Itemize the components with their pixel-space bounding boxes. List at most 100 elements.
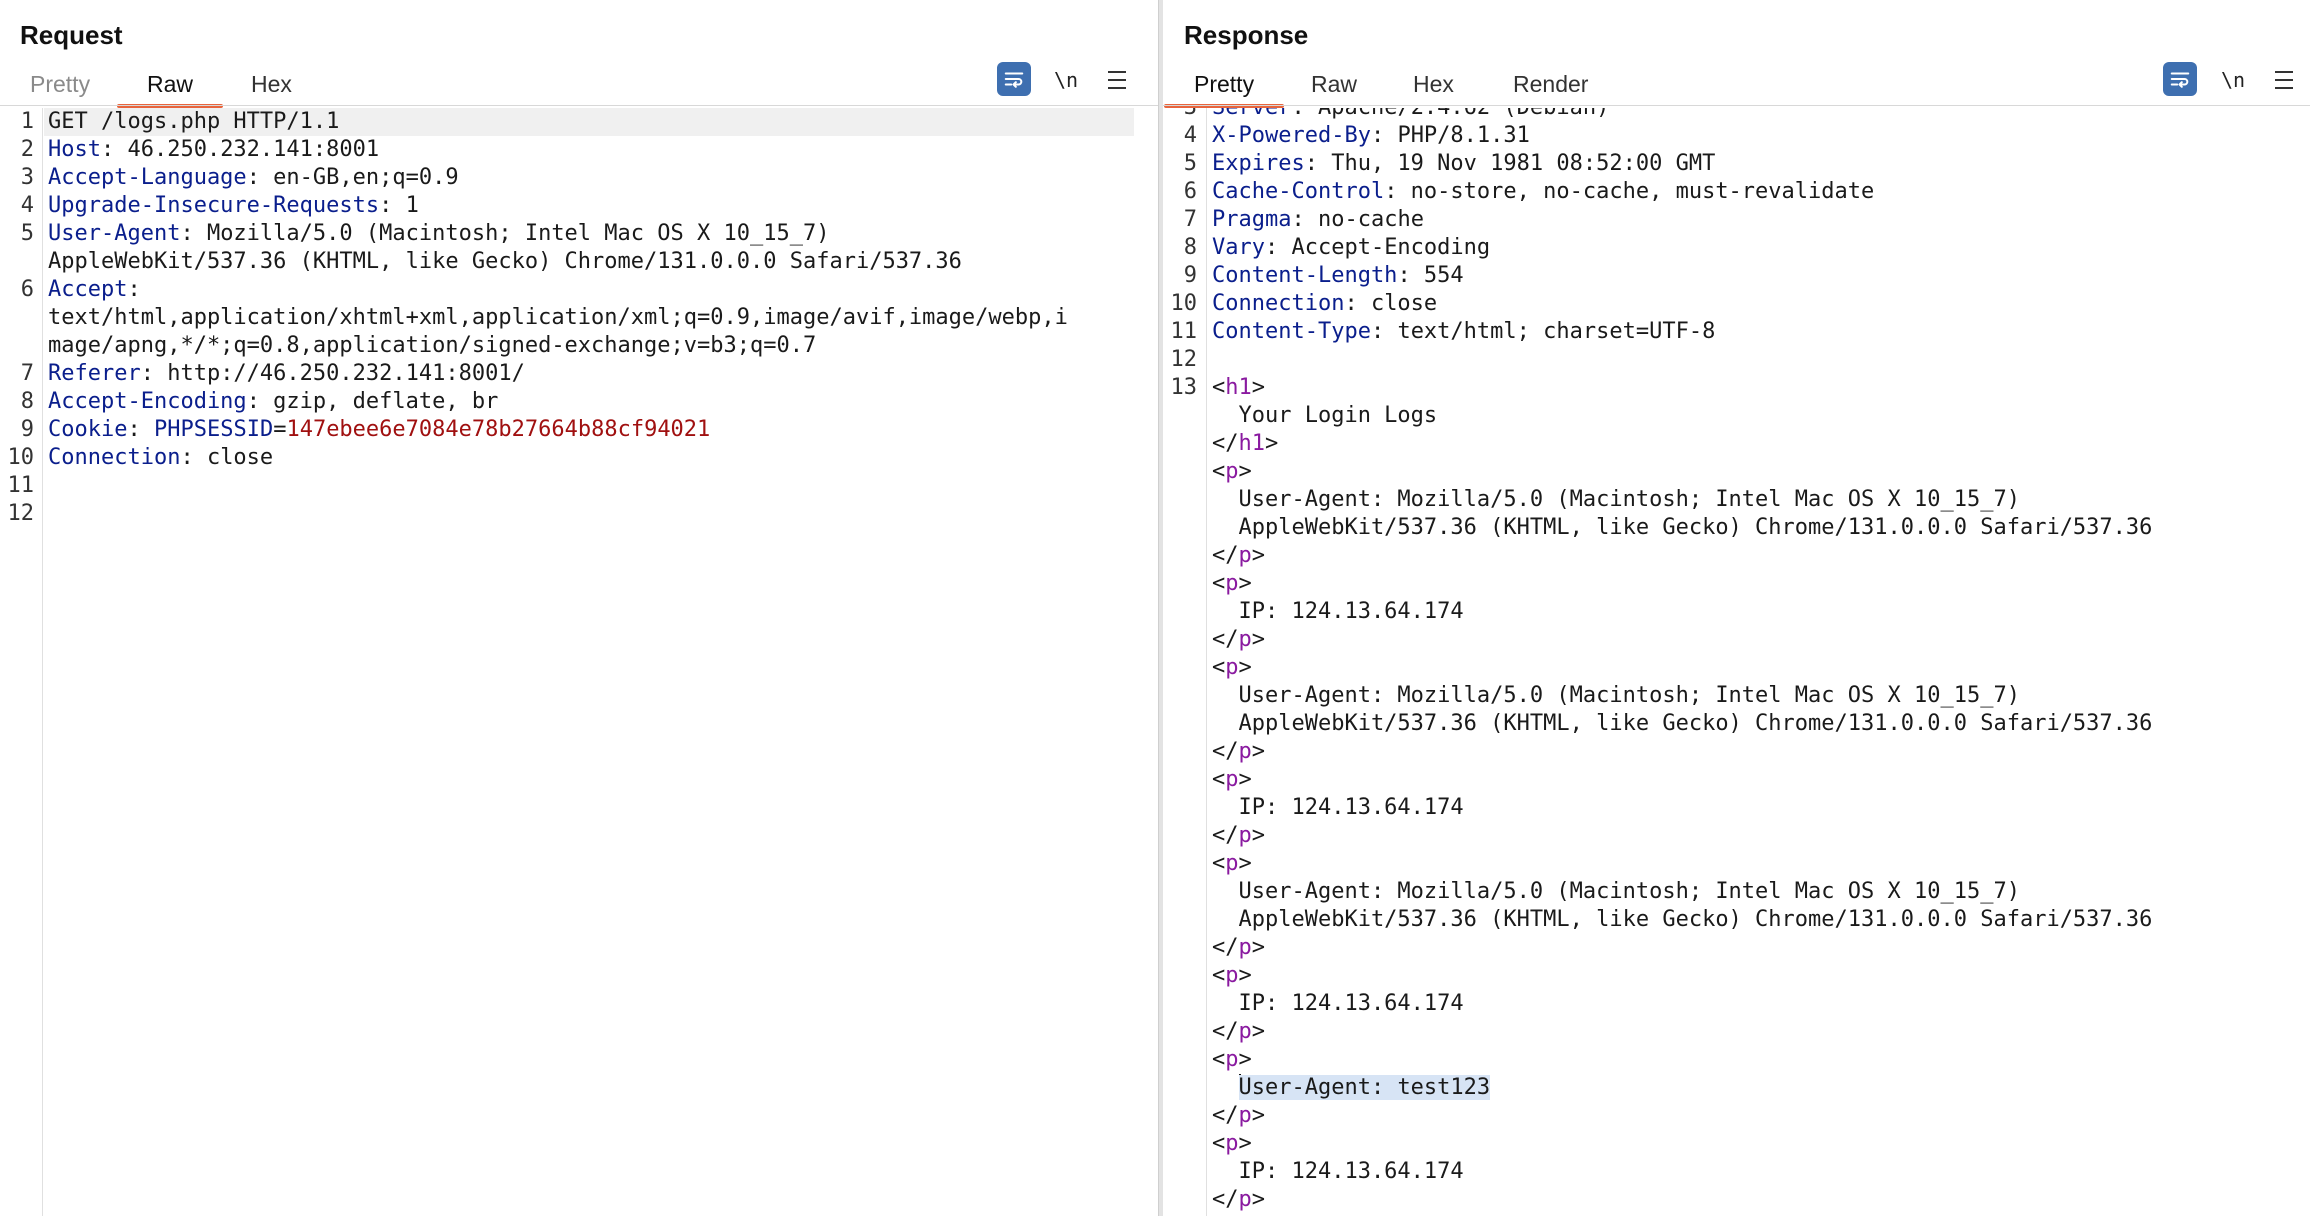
code-text: > [1251,543,1265,568]
code-line: 6 Cache-Control: no-store, no-cache, must… [1163,178,2310,206]
response-tab-raw[interactable]: Raw [1301,62,1367,106]
line-number: 13 [1170,375,1198,400]
line-number: 5 [1183,151,1197,176]
request-menu-button[interactable] [1102,62,1132,98]
line-number: 4 [20,193,34,218]
header-name: X-Powered-By [1212,123,1371,148]
code-line: 4 X-Powered-By: PHP/8.1.31 [1163,122,2310,150]
code-line: </p> [1163,1018,2310,1046]
response-menu-button[interactable] [2269,62,2299,98]
code-line: 11 Content-Type: text/html; charset=UTF-8 [1163,318,2310,346]
line-text: Your Login Logs [1212,402,1437,430]
line-text: Accept-Encoding: gzip, deflate, br [48,388,498,416]
request-tab-pretty[interactable]: Pretty [20,62,100,106]
code-line: </p> [1163,738,2310,766]
line-text: Connection: close [48,444,273,472]
header-name: Cookie [48,417,128,442]
html-tag-name: p [1238,1187,1252,1212]
code-text: < [1212,571,1226,596]
code-line: Your Login Logs [1163,402,2310,430]
code-text: </ [1212,823,1239,848]
code-line: 8 Accept-Encoding: gzip, deflate, br [0,388,1158,416]
code-line: 4 Upgrade-Insecure-Requests: 1 [0,192,1158,220]
code-line: AppleWebKit/537.36 (KHTML, like Gecko) C… [1163,906,2310,934]
response-tab-hex[interactable]: Hex [1403,62,1464,106]
html-tag-name: p [1238,1019,1252,1044]
header-name: Connection [1212,291,1345,316]
code-line: 7 Referer: http://46.250.232.141:8001/ [0,360,1158,388]
code-line: AppleWebKit/537.36 (KHTML, like Gecko) C… [1163,514,2310,542]
line-text: Content-Length: 554 [1212,262,1464,290]
response-newline-toggle[interactable]: \n [2216,62,2250,98]
line-text: IP: 124.13.64.174 [1212,794,1463,822]
line-number: 6 [20,277,34,302]
header-name: Upgrade-Insecure-Requests [48,193,380,218]
html-tag-name: p [1238,739,1252,764]
request-tabs-divider [0,105,1158,106]
code-text: AppleWebKit/537.36 (KHTML, like Gecko) C… [1212,907,2153,932]
request-editor[interactable]: 1 GET /logs.php HTTP/1.1 2 Host: 46.250.232… [0,108,1158,1216]
line-number: 8 [20,389,34,414]
line-number: 3 [1163,108,1197,122]
request-tab-raw[interactable]: Raw [116,62,224,108]
line-number: 7 [20,361,34,386]
header-name: Content-Type [1212,319,1371,344]
code-text: > [1238,1047,1252,1072]
line-number: 1 [20,109,34,134]
html-tag-name: p [1238,1103,1252,1128]
code-text: mage/apng,*/*;q=0.8,application/signed-e… [48,333,817,358]
code-line: 11 [0,472,1158,500]
code-text: GET /logs.php HTTP/1.1 [48,109,340,134]
line-text: <p> [1212,850,1252,878]
line-number: 8 [1183,235,1197,260]
line-text: Host: 46.250.232.141:8001 [48,136,379,164]
line-number: 6 [1183,179,1197,204]
line-number: 9 [20,417,34,442]
code-text: : [127,417,154,442]
code-text: : close [1344,291,1438,316]
cookie-value: 147ebee6e7084e78b27664b88cf94021 [286,417,711,442]
code-text: : [127,277,141,302]
html-tag-name: p [1225,459,1239,484]
request-pane: Request Pretty Raw Hex \n 1 GET /logs.php… [0,0,1158,1216]
response-tab-pretty[interactable]: Pretty [1163,62,1285,108]
code-text: : no-store, no-cache, must-revalidate [1384,179,1875,204]
response-editor[interactable]: 3 Server: Apache/2.4.62 (Debian) 4 X-Powere… [1163,108,2310,1216]
header-name: Connection [48,445,181,470]
line-text: Server: Apache/2.4.62 (Debian) [1212,108,1609,122]
response-pane: Response Pretty Raw Hex Render \n 3 Serve… [1163,0,2310,1216]
line-text: Referer: http://46.250.232.141:8001/ [48,360,525,388]
line-text: Content-Type: text/html; charset=UTF-8 [1212,318,1715,346]
response-wrap-button[interactable] [2163,62,2197,96]
request-tab-hex[interactable]: Hex [241,62,302,106]
line-text: </p> [1212,1018,1265,1046]
code-text: </ [1212,431,1239,456]
line-number: 10 [1170,291,1198,316]
code-line: mage/apng,*/*;q=0.8,application/signed-e… [0,332,1158,360]
code-line: </p> [1163,1102,2310,1130]
request-wrap-button[interactable] [997,62,1031,96]
code-text: < [1212,1047,1226,1072]
code-text: User-Agent: Mozilla/5.0 (Macintosh; Inte… [1212,487,2020,512]
code-text: > [1238,1131,1252,1156]
header-name: Accept-Encoding [48,389,247,414]
line-number: 10 [7,445,35,470]
code-line: 12 [0,500,1158,528]
code-text: > [1251,739,1265,764]
header-name: User-Agent [48,221,181,246]
request-tabs: Pretty Raw Hex [0,62,1158,108]
code-line: 9 Content-Length: 554 [1163,262,2310,290]
line-text: User-Agent: test123 [1212,1074,1491,1102]
html-tag-name: p [1238,935,1252,960]
code-text: AppleWebKit/537.36 (KHTML, like Gecko) C… [1212,515,2153,540]
html-tag-name: p [1225,655,1239,680]
request-newline-toggle[interactable]: \n [1049,62,1083,98]
code-text: < [1212,851,1226,876]
response-tab-render[interactable]: Render [1503,62,1598,106]
html-tag-name: p [1225,1131,1239,1156]
code-line: 6 Accept: [0,276,1158,304]
line-text: </p> [1212,738,1265,766]
line-number: 5 [20,221,34,246]
header-name: Pragma [1212,207,1292,232]
